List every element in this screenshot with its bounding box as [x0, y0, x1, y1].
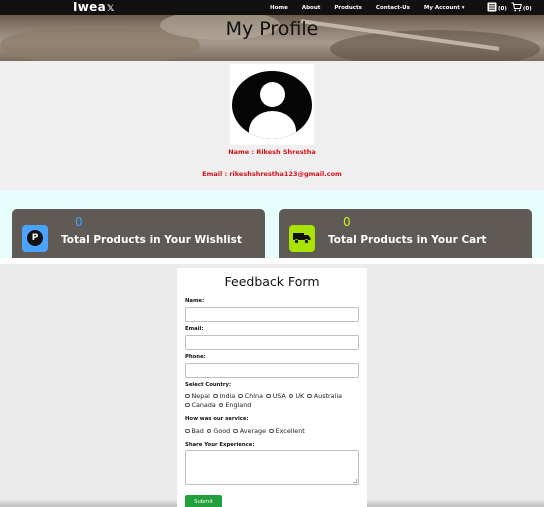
- service-label: How was our service:: [185, 416, 249, 422]
- wishlist-card[interactable]: P 0 Total Products in Your Wishlist: [12, 209, 265, 263]
- list-icon[interactable]: [487, 2, 497, 15]
- radio-circle: [218, 402, 224, 407]
- avatar-body: [249, 111, 296, 139]
- radio-country-china[interactable]: China: [238, 392, 263, 401]
- cart-count-value: 0: [343, 215, 351, 229]
- truck-icon: [293, 232, 311, 246]
- profile-email: Email : rikeshshrestha123@gmail.com: [202, 170, 342, 178]
- radio-label: Australia: [313, 392, 343, 400]
- feedback-form: Feedback Form Name: Email: Phone: Select…: [177, 268, 367, 507]
- name-input[interactable]: [185, 307, 359, 322]
- cart-icon[interactable]: [511, 2, 522, 15]
- nav-my-account[interactable]: My Account ▾: [424, 5, 465, 11]
- stats-section: P 0 Total Products in Your Wishlist 0 To…: [0, 190, 544, 263]
- radio-country-canada[interactable]: Canada: [185, 401, 216, 410]
- phone-input[interactable]: [185, 363, 359, 378]
- radio-country-australia[interactable]: Australia: [307, 392, 342, 401]
- cart-label: Total Products in Your Cart: [328, 234, 487, 246]
- radio-country-england[interactable]: England: [218, 401, 252, 410]
- radio-circle: [307, 393, 312, 398]
- email-label: Email:: [185, 326, 204, 332]
- cart-card[interactable]: 0 Total Products in Your Cart: [279, 209, 532, 263]
- nav-home[interactable]: Home: [270, 5, 288, 11]
- radio-label: England: [225, 401, 252, 409]
- radio-circle: [288, 393, 294, 398]
- nav-products[interactable]: Products: [334, 5, 362, 11]
- avatar-head: [260, 82, 285, 107]
- radio-label: UK: [295, 392, 305, 400]
- radio-circle: [206, 428, 212, 433]
- nav-about[interactable]: About: [302, 5, 321, 11]
- radio-circle: [213, 393, 218, 398]
- radio-country-india[interactable]: India: [213, 392, 235, 401]
- wishlist-label: Total Products in Your Wishlist: [61, 234, 242, 246]
- radio-service-good[interactable]: Good: [206, 427, 231, 436]
- cart-icon-box: [289, 225, 315, 252]
- brand-name: Iwea: [73, 0, 106, 14]
- page: Iwea𝕏 Home About Products Contact-Us My …: [0, 0, 544, 507]
- radio-label: USA: [272, 392, 286, 400]
- radio-circle: [185, 393, 190, 398]
- radio-circle: [269, 428, 274, 433]
- email-input[interactable]: [185, 335, 359, 350]
- radio-country-uk[interactable]: UK: [288, 392, 305, 401]
- service-radio-group: Bad Good Average Excellent: [185, 427, 361, 436]
- country-radio-group: Nepal India China USA UK Australia Canad…: [185, 392, 361, 410]
- nav-icons: (0) (0): [487, 2, 536, 15]
- profile-name: Name : Rikesh Shrestha: [228, 148, 316, 156]
- avatar-icon: [232, 71, 312, 139]
- cart-count: (0): [522, 5, 532, 12]
- feedback-section: Feedback Form Name: Email: Phone: Select…: [0, 264, 544, 507]
- experience-label: Share Your Experience:: [185, 442, 255, 448]
- radio-circle: [185, 402, 190, 407]
- radio-label: Average: [239, 427, 267, 435]
- radio-label: Good: [213, 427, 231, 435]
- pinterest-icon: P: [27, 230, 43, 246]
- radio-label: China: [244, 392, 264, 400]
- radio-country-nepal[interactable]: Nepal: [185, 392, 210, 401]
- radio-label: India: [219, 392, 236, 400]
- nav-contact-us[interactable]: Contact-Us: [376, 5, 410, 11]
- radio-circle: [238, 393, 243, 398]
- list-count: (0): [498, 5, 507, 12]
- feedback-title: Feedback Form: [224, 274, 320, 289]
- wishlist-icon-box: P: [22, 225, 48, 252]
- brand-logo[interactable]: Iwea𝕏: [73, 0, 115, 15]
- page-title: My Profile: [225, 18, 319, 40]
- nav-links: Home About Products Contact-Us My Accoun…: [270, 0, 479, 15]
- resize-handle[interactable]: [353, 479, 357, 483]
- avatar: [230, 64, 314, 145]
- radio-label: Canada: [191, 401, 216, 409]
- submit-button[interactable]: Submit: [185, 495, 222, 507]
- experience-textarea[interactable]: [185, 450, 359, 485]
- radio-circle: [266, 393, 271, 398]
- radio-service-excellent[interactable]: Excellent: [269, 427, 305, 436]
- country-label: Select Country:: [185, 382, 232, 388]
- brand-mark: 𝕏: [107, 4, 115, 14]
- navbar: Iwea𝕏 Home About Products Contact-Us My …: [0, 0, 544, 15]
- radio-label: Nepal: [191, 392, 210, 400]
- profile-section: Name : Rikesh Shrestha Email : rikeshshr…: [0, 61, 544, 190]
- radio-label: Bad: [191, 427, 204, 435]
- radio-circle: [185, 428, 190, 433]
- radio-service-bad[interactable]: Bad: [185, 427, 204, 436]
- radio-country-usa[interactable]: USA: [266, 392, 286, 401]
- profile-banner: My Profile: [0, 15, 544, 61]
- phone-label: Phone:: [185, 354, 206, 360]
- name-label: Name:: [185, 298, 205, 304]
- radio-service-average[interactable]: Average: [233, 427, 266, 436]
- wishlist-count: 0: [75, 215, 83, 229]
- radio-circle: [233, 428, 238, 433]
- radio-label: Excellent: [275, 427, 305, 435]
